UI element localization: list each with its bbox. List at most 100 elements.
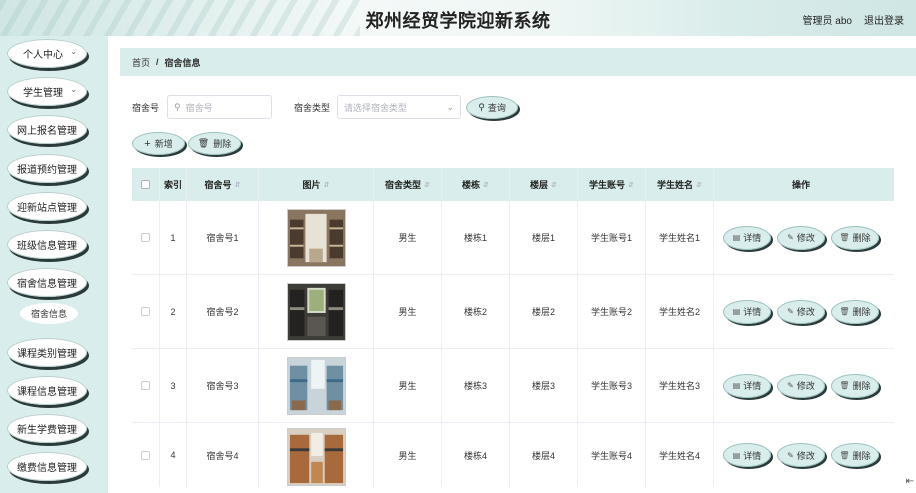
col-student-name[interactable]: 学生姓名 ⇵	[646, 168, 714, 201]
add-button[interactable]: + 新增	[132, 132, 185, 155]
sidebar-item-dorm-management[interactable]: 宿舍信息管理	[7, 268, 87, 297]
col-photo[interactable]: 图片 ⇵	[259, 168, 374, 201]
col-dorm-number[interactable]: 宿舍号 ⇵	[187, 168, 259, 201]
sort-icon[interactable]: ⇵	[324, 181, 330, 189]
row-checkbox[interactable]	[141, 381, 150, 390]
sidebar-item-student-management[interactable]: 学生管理 ⌄	[7, 77, 87, 106]
select-all-cell	[132, 168, 160, 201]
breadcrumb-home[interactable]: 首页	[132, 56, 150, 69]
row-photo-cell	[259, 423, 374, 487]
row-student-name: 学生姓名1	[646, 201, 714, 274]
chevron-down-icon: ⌄	[70, 85, 77, 94]
row-photo-cell	[259, 275, 374, 348]
breadcrumb-separator: /	[156, 57, 159, 67]
row-select-cell	[132, 201, 160, 274]
delete-button-label: 删除	[852, 307, 871, 317]
document-icon: ▤	[732, 307, 741, 316]
row-floor: 楼层1	[510, 201, 578, 274]
col-dorm-type-label: 宿舍类型	[385, 180, 422, 190]
trash-icon: 🗑	[839, 233, 850, 242]
delete-button[interactable]: 🗑 删除	[831, 443, 879, 467]
select-all-checkbox[interactable]	[141, 180, 150, 189]
sidebar-item-personal-center[interactable]: 个人中心 ⌄	[7, 39, 87, 68]
dorm-table: 索引 宿舍号 ⇵ 图片 ⇵ 宿舍类型 ⇵ 楼栋 ⇵ 楼层 ⇵ 学生账号 ⇵ 学生姓名 ⇵ 操作…	[132, 168, 894, 487]
row-student-account: 学生账号3	[578, 349, 646, 422]
row-dorm-number: 宿舍号3	[187, 349, 259, 422]
arrow-left-icon[interactable]: ⇤	[906, 476, 914, 487]
sort-icon[interactable]: ⇵	[628, 181, 634, 189]
sidebar-item-label: 迎新站点管理	[17, 203, 77, 214]
row-index: 3	[160, 349, 187, 422]
col-student-account[interactable]: 学生账号 ⇵	[578, 168, 646, 201]
row-index: 1	[160, 201, 187, 274]
delete-button-label: 删除	[852, 381, 871, 391]
dorm-number-input[interactable]: ⚲ 宿舍号	[167, 95, 273, 119]
sort-icon[interactable]: ⇵	[235, 181, 241, 189]
dorm-type-label: 宿舍类型	[294, 102, 331, 113]
col-index: 索引	[160, 168, 187, 201]
pencil-icon: ✎	[787, 307, 794, 316]
col-floor[interactable]: 楼层 ⇵	[510, 168, 578, 201]
sidebar-item-tuition[interactable]: 新生学费管理	[7, 414, 87, 443]
batch-delete-button[interactable]: 🗑 删除	[188, 132, 241, 155]
logout-link[interactable]: 退出登录	[864, 12, 904, 27]
pencil-icon: ✎	[787, 450, 794, 460]
batch-delete-button-label: 删除	[213, 139, 232, 149]
edit-button[interactable]: ✎ 修改	[777, 373, 825, 398]
sidebar-item-online-registration[interactable]: 网上报名管理	[7, 115, 87, 144]
sort-icon[interactable]: ⇵	[424, 181, 430, 189]
delete-button[interactable]: 🗑 删除	[831, 299, 879, 324]
chevron-down-icon: ⌄	[70, 47, 77, 56]
dorm-photo[interactable]	[286, 356, 346, 415]
detail-button[interactable]: ▤ 详情	[723, 443, 771, 467]
row-checkbox[interactable]	[141, 450, 150, 460]
dorm-type-select[interactable]: 请选择宿舍类型 ⌄	[337, 95, 462, 119]
col-building[interactable]: 楼栋 ⇵	[442, 168, 510, 201]
detail-button[interactable]: ▤ 详情	[723, 373, 771, 398]
row-dorm-number: 宿舍号1	[187, 201, 259, 274]
sidebar-item-course-category[interactable]: 课程类别管理	[7, 338, 87, 367]
row-building: 楼栋4	[442, 423, 510, 487]
detail-button[interactable]: ▤ 详情	[723, 299, 771, 324]
sort-icon[interactable]: ⇵	[696, 181, 702, 189]
detail-button-label: 详情	[743, 233, 762, 243]
row-floor: 楼层4	[510, 423, 578, 487]
row-student-name: 学生姓名4	[646, 423, 714, 487]
sort-icon[interactable]: ⇵	[551, 181, 557, 189]
dorm-photo[interactable]	[286, 428, 346, 486]
row-dorm-type: 男生	[374, 423, 442, 487]
edit-button[interactable]: ✎ 修改	[777, 443, 825, 467]
row-building: 楼栋3	[442, 349, 510, 422]
col-student-name-label: 学生姓名	[657, 180, 694, 190]
search-icon: ⚲	[174, 101, 181, 112]
row-dorm-type: 男生	[374, 275, 442, 348]
sidebar-item-course-info[interactable]: 课程信息管理	[7, 376, 87, 405]
sort-icon[interactable]: ⇵	[483, 181, 489, 189]
detail-button[interactable]: ▤ 详情	[723, 225, 771, 250]
row-checkbox[interactable]	[141, 233, 150, 242]
document-icon: ▤	[732, 381, 741, 390]
sidebar-item-welcome-station[interactable]: 迎新站点管理	[7, 192, 87, 221]
delete-button-label: 删除	[852, 233, 871, 243]
delete-button-label: 删除	[852, 450, 871, 461]
delete-button[interactable]: 🗑 删除	[831, 373, 879, 398]
table-row: 3 宿舍号3 男生 楼栋3 楼层3 学生账号3 学生姓名3 ▤ 详情 ✎ 修改 …	[132, 349, 894, 423]
trash-icon: 🗑	[839, 381, 850, 390]
delete-button[interactable]: 🗑 删除	[831, 225, 879, 250]
edit-button[interactable]: ✎ 修改	[777, 225, 825, 250]
row-building: 楼栋2	[442, 275, 510, 348]
sidebar-item-payment-info[interactable]: 缴费信息管理	[7, 452, 87, 481]
trash-icon: 🗑	[839, 307, 850, 316]
row-checkbox[interactable]	[141, 307, 150, 316]
sidebar-item-report-appointment[interactable]: 报道预约管理	[7, 154, 87, 183]
col-dorm-type[interactable]: 宿舍类型 ⇵	[374, 168, 442, 201]
row-student-account: 学生账号2	[578, 275, 646, 348]
query-button[interactable]: ⚲ 查询	[466, 95, 519, 119]
dorm-photo[interactable]	[286, 282, 346, 341]
sidebar-item-class-info[interactable]: 班级信息管理	[7, 230, 87, 259]
dorm-photo[interactable]	[286, 208, 346, 267]
row-actions: ▤ 详情 ✎ 修改 🗑 删除	[714, 423, 888, 487]
edit-button[interactable]: ✎ 修改	[777, 299, 825, 324]
sidebar-subitem-dorm-info[interactable]: 宿舍信息	[20, 303, 78, 324]
row-dorm-type: 男生	[374, 201, 442, 274]
